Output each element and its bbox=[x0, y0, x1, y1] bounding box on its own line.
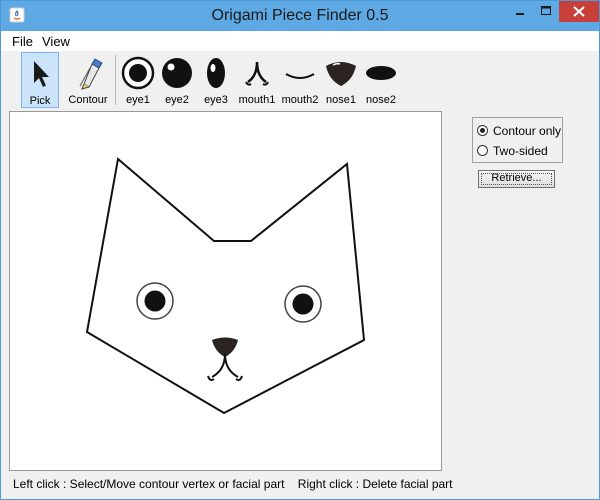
status-bar: Left click : Select/Move contour vertex … bbox=[1, 473, 599, 499]
app-window: Origami Piece Finder 0.5 File View Pick … bbox=[0, 0, 600, 500]
eye1-icon bbox=[121, 56, 155, 90]
drawing-canvas[interactable] bbox=[9, 111, 442, 471]
eye3-icon bbox=[207, 58, 225, 88]
tool-nose2[interactable]: nose2 bbox=[361, 52, 401, 108]
radio-contour-only-indicator[interactable] bbox=[477, 125, 488, 136]
tool-nose1[interactable]: nose1 bbox=[321, 52, 361, 108]
options-panel: Contour only Two-sided Retrieve... bbox=[444, 111, 597, 471]
eye2-icon bbox=[162, 58, 192, 88]
menu-view[interactable]: View bbox=[42, 34, 70, 49]
tool-label-nose2: nose2 bbox=[366, 94, 396, 106]
radio-two-sided-indicator[interactable] bbox=[477, 145, 488, 156]
tool-mouth2[interactable]: mouth2 bbox=[280, 52, 320, 108]
tool-label-mouth1: mouth1 bbox=[238, 94, 276, 106]
tool-pick[interactable]: Pick bbox=[21, 52, 59, 108]
status-text: Left click : Select/Move contour vertex … bbox=[13, 477, 453, 491]
maximize-button[interactable] bbox=[533, 1, 559, 22]
radio-two-sided-label: Two-sided bbox=[493, 144, 548, 158]
tool-label-contour: Contour bbox=[68, 94, 108, 106]
mouth2-icon bbox=[285, 73, 315, 79]
tool-contour[interactable]: Contour bbox=[65, 52, 111, 108]
tool-label-nose1: nose1 bbox=[326, 94, 356, 106]
minimize-icon bbox=[516, 13, 524, 15]
eye-left[interactable] bbox=[136, 282, 174, 320]
nose2-icon bbox=[366, 66, 396, 80]
focus-ring bbox=[481, 173, 552, 185]
mouth1-icon bbox=[245, 61, 269, 86]
menu-bar: File View bbox=[1, 31, 599, 51]
pen-icon bbox=[79, 58, 103, 90]
close-button[interactable] bbox=[559, 1, 599, 22]
tool-label-eye3: eye3 bbox=[204, 94, 228, 106]
tool-eye2[interactable]: eye2 bbox=[158, 52, 196, 108]
radio-contour-only-label: Contour only bbox=[493, 124, 562, 138]
nose1-icon bbox=[326, 62, 356, 86]
maximize-icon bbox=[541, 6, 551, 15]
toolbar-separator bbox=[115, 55, 116, 105]
tool-label-eye2: eye2 bbox=[165, 94, 189, 106]
toolbar: Pick Contour eye1 eye2 eye3 mouth1 mouth… bbox=[1, 51, 599, 111]
tool-mouth1[interactable]: mouth1 bbox=[237, 52, 277, 108]
title-bar[interactable]: Origami Piece Finder 0.5 bbox=[1, 1, 599, 31]
tool-eye1[interactable]: eye1 bbox=[119, 52, 157, 108]
menu-file[interactable]: File bbox=[12, 34, 33, 49]
cursor-arrow-icon bbox=[34, 61, 49, 87]
tool-label-pick: Pick bbox=[29, 95, 51, 107]
mouth-part[interactable] bbox=[207, 353, 243, 381]
tool-label-mouth2: mouth2 bbox=[281, 94, 319, 106]
close-icon bbox=[573, 6, 585, 17]
minimize-button[interactable] bbox=[507, 1, 533, 22]
mode-radio-group: Contour only Two-sided bbox=[472, 117, 563, 163]
retrieve-button[interactable]: Retrieve... bbox=[478, 170, 555, 188]
tool-eye3[interactable]: eye3 bbox=[197, 52, 235, 108]
contour-polygon[interactable] bbox=[85, 157, 366, 415]
tool-label-eye1: eye1 bbox=[126, 94, 150, 106]
cat-face-drawing bbox=[85, 157, 366, 415]
eye-right[interactable] bbox=[284, 285, 322, 323]
